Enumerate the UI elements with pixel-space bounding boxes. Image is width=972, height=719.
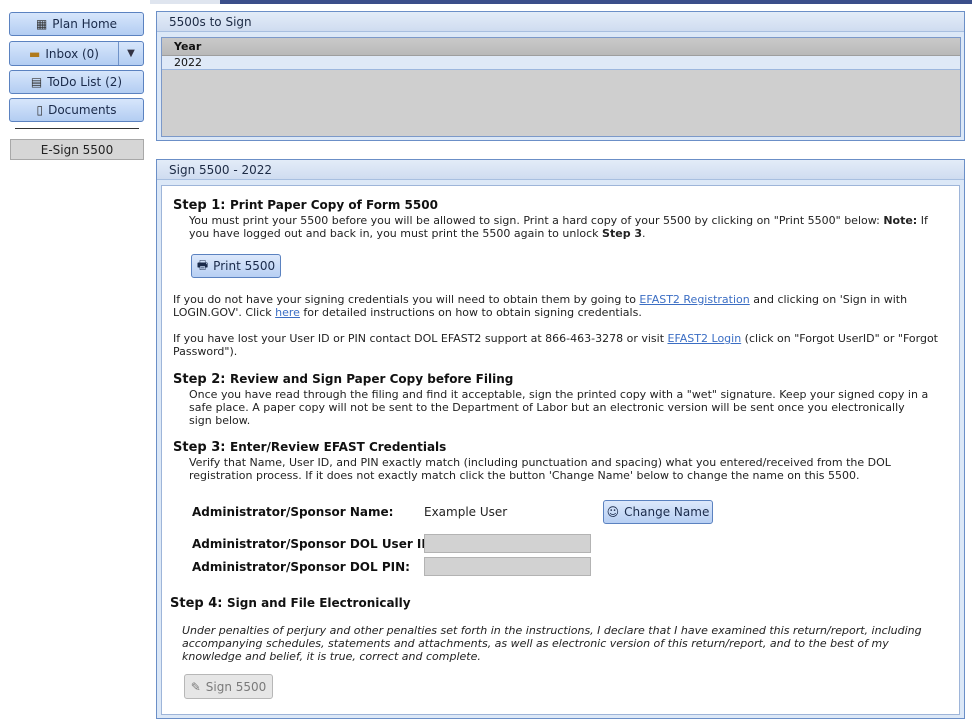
document-icon: ▯ — [36, 103, 44, 117]
step3-text: Verify that Name, User ID, and PIN exact… — [189, 456, 891, 482]
grid-header: Year — [162, 38, 960, 56]
filings-grid: Year 2022 — [161, 37, 961, 137]
sponsor-name-label: Administrator/Sponsor Name: — [192, 505, 394, 519]
panel-title: 5500s to Sign — [169, 14, 252, 29]
step1-text3: . — [642, 227, 646, 240]
todo-list-button[interactable]: ▤ ToDo List (2) — [9, 70, 144, 94]
lost-credentials-info: If you have lost your User ID or PIN con… — [173, 332, 943, 358]
step4-title: Sign and File Electronically — [227, 596, 411, 610]
sign-5500-header: Sign 5500 - 2022 — [157, 160, 964, 180]
step2-instructions: Once you have read through the filing an… — [189, 388, 929, 427]
sign-5500-body: Step 1: Print Paper Copy of Form 5500 Yo… — [161, 185, 960, 715]
step1-step3-ref: Step 3 — [602, 227, 643, 240]
efast2-login-link[interactable]: EFAST2 Login — [668, 332, 742, 345]
step3-label: Step 3: — [173, 440, 226, 455]
inbox-icon: ▬ — [29, 46, 41, 61]
documents-label: Documents — [48, 103, 117, 117]
clipboard-icon: ▤ — [30, 75, 43, 89]
inbox-split-button: ▬ Inbox (0) ▼ — [9, 41, 144, 66]
instructions-here-link[interactable]: here — [275, 306, 300, 319]
step3-title: Enter/Review EFAST Credentials — [230, 440, 447, 454]
credentials-text: If you do not have your signing credenti… — [173, 293, 640, 306]
plan-home-button[interactable]: ▦ Plan Home — [9, 12, 144, 36]
sponsor-userid-label: Administrator/Sponsor DOL User ID: — [192, 537, 437, 551]
filings-to-sign-panel: 5500s to Sign Year 2022 — [156, 11, 965, 141]
print-5500-label: Print 5500 — [213, 259, 276, 273]
plan-home-label: Plan Home — [52, 17, 118, 31]
pen-icon: ✎ — [190, 679, 201, 694]
sign-5500-label: Sign 5500 — [205, 679, 267, 694]
panel-title: Sign 5500 - 2022 — [169, 162, 273, 177]
step2-text: Once you have read through the filing an… — [189, 388, 929, 427]
step1-instructions: You must print your 5500 before you will… — [189, 214, 949, 240]
step4-heading: Step 4: Sign and File Electronically — [170, 596, 411, 611]
change-name-label: Change Name — [624, 505, 710, 519]
sponsor-pin-label: Administrator/Sponsor DOL PIN: — [192, 560, 410, 574]
efast2-registration-link[interactable]: EFAST2 Registration — [639, 293, 749, 306]
step1-heading: Step 1: Print Paper Copy of Form 5500 — [173, 198, 438, 213]
table-row[interactable]: 2022 — [162, 56, 960, 70]
sign-5500-panel: Sign 5500 - 2022 Step 1: Print Paper Cop… — [156, 159, 965, 719]
sidebar-divider — [15, 128, 139, 129]
step3-heading: Step 3: Enter/Review EFAST Credentials — [173, 440, 446, 455]
credentials-text3: for detailed instructions on how to obta… — [299, 306, 642, 319]
top-tab-strip — [150, 0, 220, 4]
credentials-info: If you do not have your signing credenti… — [173, 293, 943, 319]
esign-5500-label: E-Sign 5500 — [40, 142, 114, 157]
user-icon: ☺ — [606, 505, 620, 519]
step2-heading: Step 2: Review and Sign Paper Copy befor… — [173, 372, 513, 387]
step1-label: Step 1: — [173, 198, 226, 213]
inbox-label: Inbox (0) — [45, 46, 99, 61]
esign-5500-button[interactable]: E-Sign 5500 — [10, 139, 144, 160]
step2-title: Review and Sign Paper Copy before Filing — [230, 372, 514, 386]
sponsor-pin-input[interactable] — [424, 557, 591, 576]
lost-credentials-text: If you have lost your User ID or PIN con… — [173, 332, 668, 345]
sign-5500-button[interactable]: ✎ Sign 5500 — [184, 674, 273, 699]
step2-label: Step 2: — [173, 372, 226, 387]
top-accent-bar — [220, 0, 972, 4]
step1-title: Print Paper Copy of Form 5500 — [230, 198, 438, 212]
sidebar: ▦ Plan Home ▬ Inbox (0) ▼ ▤ ToDo List (2… — [0, 0, 150, 707]
step1-text: You must print your 5500 before you will… — [189, 214, 884, 227]
home-icon: ▦ — [35, 17, 48, 31]
printer-icon: 🖶 — [196, 257, 209, 272]
inbox-button[interactable]: ▬ Inbox (0) — [10, 42, 118, 65]
change-name-button[interactable]: ☺ Change Name — [603, 500, 713, 524]
sponsor-userid-input[interactable] — [424, 534, 591, 553]
todo-list-label: ToDo List (2) — [47, 75, 123, 89]
inbox-dropdown-button[interactable]: ▼ — [118, 42, 143, 65]
print-5500-button[interactable]: 🖶 Print 5500 — [191, 254, 281, 278]
step1-note: Note: — [883, 214, 918, 227]
year-cell: 2022 — [174, 56, 202, 69]
documents-button[interactable]: ▯ Documents — [9, 98, 144, 122]
column-header-year: Year — [174, 40, 202, 53]
step3-instructions: Verify that Name, User ID, and PIN exact… — [189, 456, 909, 482]
chevron-down-icon: ▼ — [127, 48, 135, 59]
step4-declaration: Under penalties of perjury and other pen… — [182, 624, 922, 663]
sponsor-name-value: Example User — [424, 505, 508, 519]
filings-to-sign-header: 5500s to Sign — [157, 12, 964, 32]
step4-text: Under penalties of perjury and other pen… — [182, 624, 922, 663]
step4-label: Step 4: — [170, 596, 223, 611]
